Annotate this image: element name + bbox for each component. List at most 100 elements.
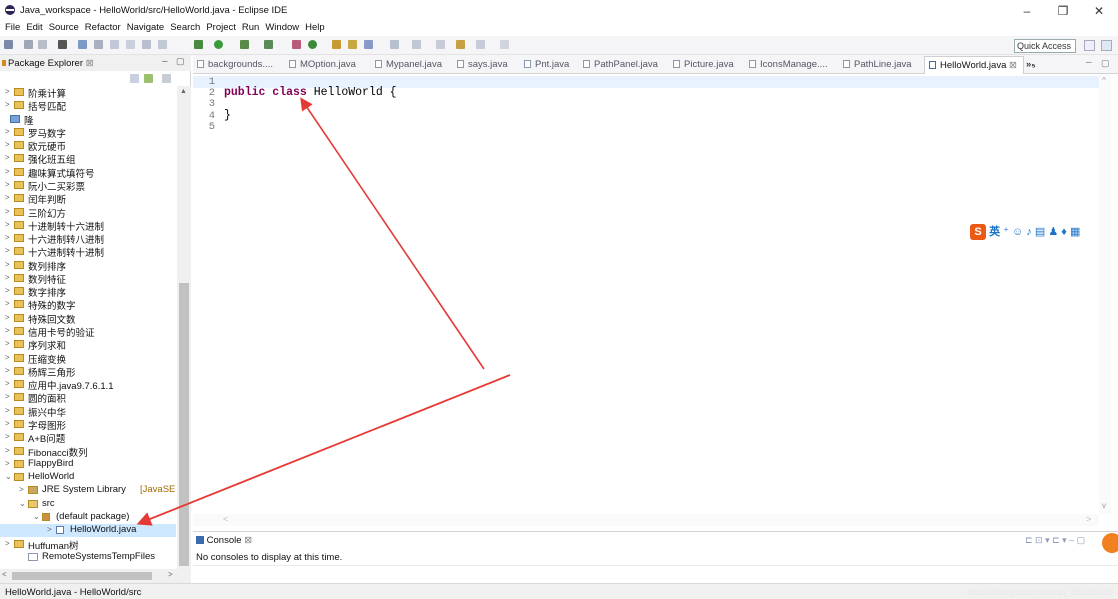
collapse-arrow-icon[interactable]: > [5, 539, 10, 548]
collapse-arrow-icon[interactable]: > [5, 167, 10, 176]
tree-item[interactable]: > 数列特征 [0, 272, 176, 286]
tree-item[interactable]: > Fibonacci数列 [0, 445, 176, 459]
tree-item[interactable]: > 特殊的数字 [0, 298, 176, 312]
collapse-arrow-icon[interactable]: > [5, 366, 10, 375]
new-java-project-icon[interactable] [292, 40, 301, 49]
tree-item[interactable]: > 十六进制转八进制 [0, 232, 176, 246]
collapse-arrow-icon[interactable]: > [5, 273, 10, 282]
menu-refactor[interactable]: Refactor [82, 20, 124, 33]
whitespace-icon[interactable] [142, 40, 151, 49]
close-button[interactable]: ✕ [1084, 0, 1114, 20]
menu-source[interactable]: Source [46, 20, 82, 33]
package-explorer-tab[interactable]: Package Explorer ⊠ ‒ ▢ [0, 55, 191, 71]
tab-moption[interactable]: MOption.java [289, 59, 356, 70]
minimize-editor-icon[interactable]: ‒ [1086, 57, 1092, 68]
collapse-arrow-icon[interactable]: > [5, 207, 10, 216]
tab-pathpanel[interactable]: PathPanel.java [583, 59, 658, 70]
tree-item[interactable]: > FlappyBird [0, 458, 176, 471]
maximize-button[interactable]: ❐ [1048, 0, 1078, 20]
menu-navigate[interactable]: Navigate [124, 20, 168, 33]
minimize-view-icon[interactable]: ‒ [162, 56, 168, 67]
prev-annotation-icon[interactable] [412, 40, 421, 49]
collapse-arrow-icon[interactable]: > [5, 406, 10, 415]
tree-item[interactable]: > 阮小二买彩票 [0, 179, 176, 193]
tree-item-selected[interactable]: > HelloWorld.java [0, 524, 176, 538]
maximize-view-icon[interactable]: ▢ [176, 56, 185, 67]
skin-icon[interactable]: ♦ [1061, 226, 1067, 238]
tree-item[interactable]: ⌄ HelloWorld [0, 471, 176, 484]
explorer-scroll-thumb[interactable] [179, 283, 189, 566]
scroll-up-icon[interactable]: ^ [1102, 76, 1106, 85]
user-icon[interactable]: ♟ [1048, 226, 1058, 238]
emoji-icon[interactable]: ☺ [1012, 226, 1023, 238]
collapse-arrow-icon[interactable]: > [5, 446, 10, 455]
save-icon[interactable] [24, 40, 33, 49]
tree-item[interactable]: ⌄ src [0, 498, 176, 511]
editor-horizontal-scrollbar[interactable]: < > [193, 514, 1099, 526]
scroll-right-icon[interactable]: > [1086, 514, 1091, 524]
ime-toolbar[interactable]: S 英 ⁺ ☺ ♪ ▤ ♟ ♦ ▦ [970, 223, 1118, 241]
collapse-arrow-icon[interactable]: > [47, 525, 52, 534]
tab-helloworld-active[interactable]: HelloWorld.java ⊠ [924, 56, 1024, 74]
collapse-arrow-icon[interactable]: > [5, 339, 10, 348]
minimize-button[interactable]: – [1012, 0, 1042, 20]
menu-project[interactable]: Project [203, 20, 239, 33]
tab-pathline[interactable]: PathLine.java [843, 59, 912, 70]
close-tab-icon[interactable]: ⊠ [1009, 60, 1017, 71]
menu-window[interactable]: Window [262, 20, 302, 33]
collapse-arrow-icon[interactable]: > [5, 353, 10, 362]
collapse-all-icon[interactable] [130, 74, 139, 83]
block-icon[interactable] [126, 40, 135, 49]
tree-item[interactable]: > 应用中.java9.7.6.1.1 [0, 378, 176, 392]
forward-icon[interactable] [476, 40, 485, 49]
open-type-icon[interactable] [332, 40, 341, 49]
collapse-arrow-icon[interactable]: > [5, 286, 10, 295]
tree-item[interactable]: > 序列求和 [0, 338, 176, 352]
scroll-up-icon[interactable]: ▲ [180, 88, 187, 95]
expand-arrow-icon[interactable]: ⌄ [5, 472, 12, 481]
save-all-icon[interactable] [38, 40, 47, 49]
collapse-arrow-icon[interactable]: > [5, 299, 10, 308]
collapse-arrow-icon[interactable]: > [5, 246, 10, 255]
tree-item[interactable]: RemoteSystemsTempFiles [0, 551, 176, 564]
code-editor[interactable]: 1 2 public class HelloWorld {3 4} 5 ^ v < > [193, 74, 1118, 526]
tree-item[interactable]: > 十六进制转十进制 [0, 245, 176, 259]
next-annotation-icon[interactable] [390, 40, 399, 49]
tab-backgrounds[interactable]: backgrounds.... [197, 59, 273, 70]
new-icon[interactable] [4, 40, 13, 49]
coverage-icon[interactable] [240, 40, 249, 49]
explorer-horizontal-scrollbar[interactable]: < > [0, 569, 191, 583]
menu-help[interactable]: Help [302, 20, 328, 33]
tab-iconsmanager[interactable]: IconsManage.... [749, 59, 828, 70]
collapse-arrow-icon[interactable]: > [5, 100, 10, 109]
collapse-arrow-icon[interactable]: > [5, 379, 10, 388]
code-line[interactable]: public class HelloWorld { [224, 86, 397, 99]
menu-run[interactable]: Run [239, 20, 262, 33]
scroll-left-icon[interactable]: < [223, 514, 228, 524]
toggle-icon[interactable] [78, 40, 87, 49]
explorer-hscroll-thumb[interactable] [12, 572, 152, 580]
open-perspective-icon[interactable] [1084, 40, 1095, 51]
pin-editor-icon[interactable] [500, 40, 509, 49]
collapse-arrow-icon[interactable]: > [5, 180, 10, 189]
scroll-right-icon[interactable]: > [168, 570, 173, 579]
tree-item[interactable]: > 数字排序 [0, 285, 176, 299]
tree-item[interactable]: > 趣味算式填符号 [0, 166, 176, 180]
tree-item[interactable]: > 欧元硬币 [0, 139, 176, 153]
debug-icon[interactable] [194, 40, 203, 49]
collapse-arrow-icon[interactable]: > [5, 326, 10, 335]
tree-item[interactable]: > 罗马数字 [0, 126, 176, 140]
editor-vertical-scrollbar[interactable]: ^ v [1099, 74, 1111, 514]
console-tab[interactable]: Console ⊠ [196, 535, 252, 546]
last-edit-icon[interactable] [436, 40, 445, 49]
collapse-arrow-icon[interactable]: > [5, 313, 10, 322]
tree-item[interactable]: > 强化班五组 [0, 152, 176, 166]
menu-search[interactable]: Search [167, 20, 203, 33]
collapse-arrow-icon[interactable]: > [5, 432, 10, 441]
back-icon[interactable] [456, 40, 465, 49]
explorer-vertical-scrollbar[interactable]: ▲ [177, 86, 191, 569]
tree-item[interactable]: > 十进制转十六进制 [0, 219, 176, 233]
tree-item[interactable]: > 括号匹配 [0, 99, 176, 113]
close-tab-icon[interactable]: ⊠ [86, 58, 94, 69]
collapse-arrow-icon[interactable]: > [5, 419, 10, 428]
